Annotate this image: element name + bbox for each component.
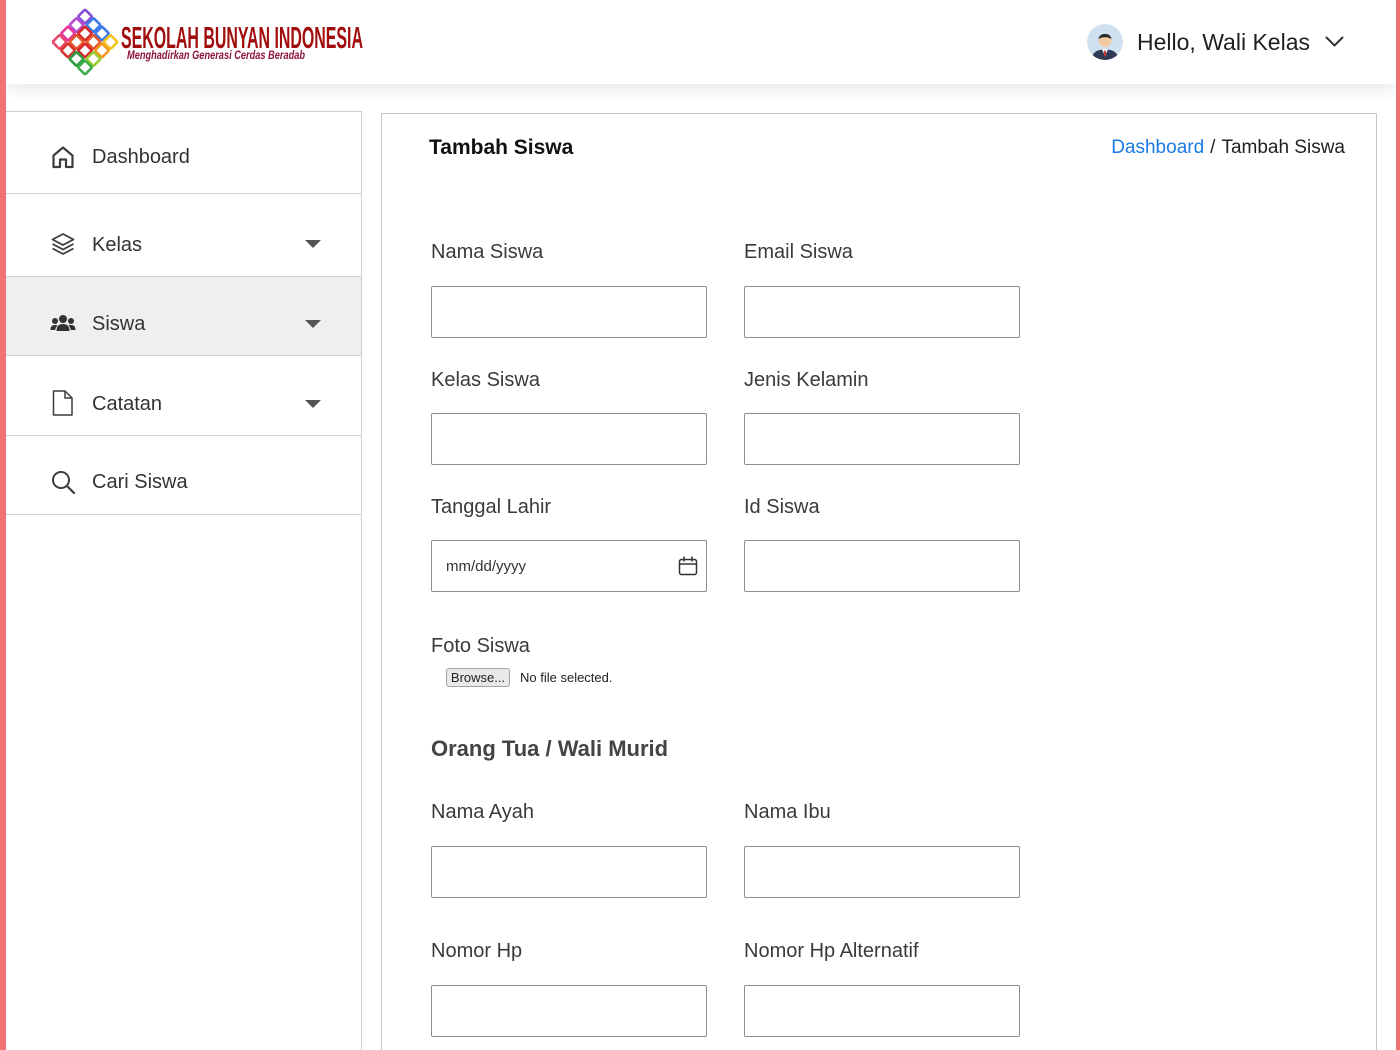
sidebar-item-label: Cari Siswa bbox=[92, 471, 188, 493]
kelas-siswa-label: Kelas Siswa bbox=[431, 369, 540, 391]
chevron-down-icon[interactable] bbox=[1325, 36, 1344, 48]
jenis-kelamin-label: Jenis Kelamin bbox=[744, 369, 869, 391]
left-edge-strip bbox=[0, 0, 6, 1050]
caret-down-icon bbox=[305, 320, 321, 328]
user-menu[interactable]: Hello, Wali Kelas bbox=[1087, 22, 1349, 62]
top-header: SEKOLAH BUNYAN INDONESIA Menghadirkan Ge… bbox=[6, 0, 1396, 84]
tanggal-lahir-field bbox=[431, 540, 707, 592]
sidebar-item-label: Dashboard bbox=[92, 146, 190, 168]
nama-ayah-label: Nama Ayah bbox=[431, 801, 535, 823]
breadcrumb: Dashboard / Tambah Siswa bbox=[1111, 134, 1345, 162]
nomor-hp-alternatif-input[interactable] bbox=[744, 985, 1020, 1037]
nama-ayah-input[interactable] bbox=[431, 846, 707, 898]
school-logo[interactable]: SEKOLAH BUNYAN INDONESIA Menghadirkan Ge… bbox=[52, 8, 368, 78]
caret-down-icon bbox=[305, 400, 321, 408]
sidebar-item-siswa[interactable]: Siswa bbox=[6, 277, 361, 356]
calendar-icon[interactable] bbox=[678, 556, 698, 576]
nama-siswa-input[interactable] bbox=[431, 286, 707, 338]
search-icon bbox=[52, 471, 76, 495]
browse-file-button[interactable]: Browse... bbox=[446, 668, 510, 687]
breadcrumb-separator: / bbox=[1210, 137, 1216, 158]
page-title: Tambah Siswa bbox=[429, 136, 574, 159]
right-edge-strip bbox=[1396, 0, 1400, 1050]
kelas-siswa-input[interactable] bbox=[431, 413, 707, 465]
home-icon bbox=[52, 146, 74, 169]
sidebar-item-catatan[interactable]: Catatan bbox=[6, 356, 361, 436]
sidebar-item-label: Kelas bbox=[92, 234, 143, 256]
sidebar-item-label: Catatan bbox=[92, 393, 163, 415]
users-icon bbox=[50, 315, 76, 331]
file-status-text: No file selected. bbox=[520, 670, 613, 685]
breadcrumb-dashboard-link[interactable]: Dashboard bbox=[1111, 137, 1204, 158]
email-siswa-label: Email Siswa bbox=[744, 241, 853, 263]
user-avatar-icon bbox=[1087, 24, 1123, 60]
main-panel: Tambah Siswa Dashboard / Tambah Siswa Nama… bbox=[381, 113, 1377, 1050]
id-siswa-label: Id Siswa bbox=[744, 496, 820, 518]
nama-ibu-label: Nama Ibu bbox=[744, 801, 831, 823]
tanggal-lahir-label: Tanggal Lahir bbox=[431, 496, 552, 518]
sidebar-item-cari-siswa[interactable]: Cari Siswa bbox=[6, 436, 361, 515]
breadcrumb-current: Tambah Siswa bbox=[1221, 137, 1345, 158]
jenis-kelamin-input[interactable] bbox=[744, 413, 1020, 465]
tanggal-lahir-input[interactable] bbox=[431, 540, 707, 592]
foto-siswa-label: Foto Siswa bbox=[431, 635, 530, 657]
file-icon bbox=[52, 390, 73, 416]
sidebar: Dashboard Kelas Siswa Catatan Cari Siswa bbox=[6, 111, 362, 1050]
id-siswa-input[interactable] bbox=[744, 540, 1020, 592]
sidebar-item-dashboard[interactable]: Dashboard bbox=[6, 112, 361, 194]
email-siswa-input[interactable] bbox=[744, 286, 1020, 338]
user-greeting: Hello, Wali Kelas bbox=[1137, 29, 1310, 55]
nama-ibu-input[interactable] bbox=[744, 846, 1020, 898]
parent-section-title: Orang Tua / Wali Murid bbox=[431, 736, 669, 761]
nomor-hp-input[interactable] bbox=[431, 985, 707, 1037]
sidebar-item-label: Siswa bbox=[92, 313, 146, 335]
layers-icon bbox=[51, 233, 75, 255]
nomor-hp-alternatif-label: Nomor Hp Alternatif bbox=[744, 940, 919, 962]
logo-tagline: Menghadirkan Generasi Cerdas Beradab bbox=[127, 50, 305, 62]
nama-siswa-label: Nama Siswa bbox=[431, 241, 544, 263]
sidebar-item-kelas[interactable]: Kelas bbox=[6, 194, 361, 277]
caret-down-icon bbox=[305, 240, 321, 248]
nomor-hp-label: Nomor Hp bbox=[431, 940, 523, 962]
school-logo-icon: SEKOLAH BUNYAN INDONESIA Menghadirkan Ge… bbox=[52, 8, 363, 76]
